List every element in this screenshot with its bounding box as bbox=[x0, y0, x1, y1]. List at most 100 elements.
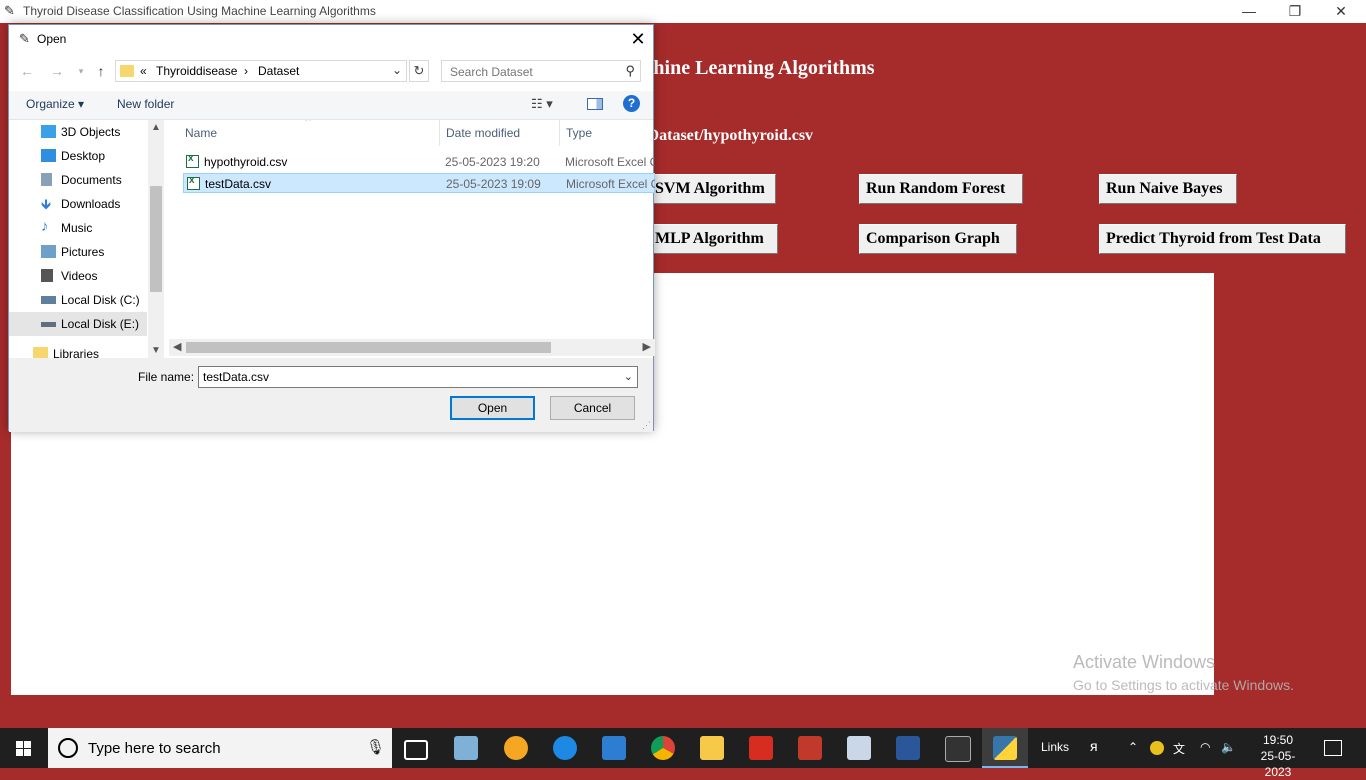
nav-item-local-disk-c[interactable]: Local Disk (C:) bbox=[9, 288, 147, 312]
start-button[interactable] bbox=[0, 728, 48, 768]
acrobat-icon[interactable] bbox=[749, 736, 773, 760]
file-row-hypothyroid[interactable]: hypothyroid.csv 25-05-2023 19:20 Microso… bbox=[183, 152, 655, 172]
file-name-label: File name: bbox=[138, 370, 195, 384]
pictures-icon bbox=[41, 245, 56, 258]
nav-pane-scrollbar[interactable]: ▲ ▼ bbox=[148, 120, 164, 358]
security-tray-icon[interactable] bbox=[1150, 741, 1164, 755]
nav-item-downloads[interactable]: 🡻 Downloads bbox=[9, 192, 147, 216]
svm-algorithm-button[interactable]: SVM Algorithm bbox=[648, 174, 776, 204]
nav-item-videos[interactable]: Videos bbox=[9, 264, 147, 288]
comparison-graph-button[interactable]: Comparison Graph bbox=[859, 224, 1017, 254]
help-icon[interactable]: ? bbox=[623, 95, 640, 112]
minimize-button[interactable]: — bbox=[1226, 0, 1272, 23]
nav-item-local-disk-e[interactable]: Local Disk (E:) bbox=[9, 312, 147, 336]
microphone-icon[interactable]: 🎙 bbox=[366, 738, 385, 756]
file-list-horizontal-scrollbar[interactable]: ◀ ▶ bbox=[169, 339, 655, 356]
scrollbar-thumb[interactable] bbox=[150, 186, 162, 292]
breadcrumb-thyroiddisease[interactable]: Thyroiddisease bbox=[156, 64, 237, 78]
browser-app-icon[interactable] bbox=[504, 736, 528, 760]
input-language-icon[interactable]: ⽂ bbox=[1173, 740, 1185, 757]
scroll-left-icon[interactable]: ◀ bbox=[173, 340, 181, 353]
column-separator[interactable] bbox=[439, 120, 440, 146]
documents-icon bbox=[41, 173, 52, 186]
file-row-testdata[interactable]: testData.csv 25-05-2023 19:09 Microsoft … bbox=[183, 173, 655, 193]
sort-ascending-icon: ^ bbox=[306, 120, 311, 127]
command-prompt-icon[interactable] bbox=[945, 736, 971, 762]
chevron-down-icon[interactable]: ⌄ bbox=[392, 63, 402, 77]
notification-center-icon[interactable] bbox=[1324, 740, 1342, 756]
folder-icon bbox=[33, 347, 48, 358]
store-icon[interactable] bbox=[602, 736, 626, 760]
word-icon[interactable] bbox=[896, 736, 920, 760]
navigation-pane: 3D Objects Desktop Documents 🡻 Downloads… bbox=[9, 120, 162, 358]
nav-item-pictures[interactable]: Pictures bbox=[9, 240, 147, 264]
run-random-forest-button[interactable]: Run Random Forest bbox=[859, 174, 1023, 204]
file-name-input[interactable]: testData.csv ⌄ bbox=[198, 366, 638, 388]
edge-icon[interactable] bbox=[553, 736, 577, 760]
scrollbar-thumb[interactable] bbox=[186, 342, 551, 353]
cancel-button[interactable]: Cancel bbox=[550, 396, 635, 420]
breadcrumb-overflow[interactable]: « bbox=[140, 64, 147, 78]
refresh-icon[interactable]: ↻ bbox=[409, 60, 429, 82]
activate-windows-subtitle: Go to Settings to activate Windows. bbox=[1073, 677, 1294, 693]
predict-thyroid-button[interactable]: Predict Thyroid from Test Data bbox=[1099, 224, 1346, 254]
task-view-icon[interactable] bbox=[404, 740, 428, 760]
scroll-right-icon[interactable]: ▶ bbox=[643, 340, 651, 353]
taskbar-search-box[interactable]: Type here to search 🎙 bbox=[48, 728, 392, 768]
new-folder-button[interactable]: New folder bbox=[117, 97, 174, 111]
taskbar: Type here to search 🎙 Links ᴙ ⌃ ⽂ ◠ 🔈 19… bbox=[0, 728, 1366, 779]
chrome-icon[interactable] bbox=[651, 736, 675, 760]
nav-item-3d-objects[interactable]: 3D Objects bbox=[9, 120, 147, 144]
file-explorer-icon[interactable] bbox=[700, 736, 724, 760]
app-icon[interactable] bbox=[798, 736, 822, 760]
drive-icon bbox=[41, 322, 56, 327]
column-header-date[interactable]: Date modified bbox=[446, 120, 520, 146]
python-idle-icon[interactable] bbox=[847, 736, 871, 760]
notepad-app-icon[interactable] bbox=[454, 736, 478, 760]
run-naive-bayes-button[interactable]: Run Naive Bayes bbox=[1099, 174, 1237, 204]
search-input[interactable] bbox=[448, 63, 622, 81]
taskbar-search-placeholder: Type here to search bbox=[88, 740, 221, 757]
nav-item-documents[interactable]: Documents bbox=[9, 168, 147, 192]
organize-button[interactable]: Organize ▾ bbox=[26, 97, 84, 111]
resize-grip-icon[interactable]: ⋰ bbox=[642, 420, 651, 431]
recent-locations-icon[interactable]: ▾ bbox=[71, 61, 91, 81]
activate-windows-title: Activate Windows bbox=[1073, 652, 1216, 672]
clock[interactable]: 19:50 25-05-2023 bbox=[1248, 732, 1308, 780]
links-toolbar[interactable]: Links bbox=[1041, 740, 1069, 754]
column-header-name[interactable]: Name bbox=[185, 120, 217, 146]
column-separator[interactable] bbox=[559, 120, 560, 146]
search-box[interactable]: ⚲ bbox=[441, 60, 641, 82]
preview-pane-icon[interactable] bbox=[587, 98, 603, 110]
network-icon[interactable]: ◠ bbox=[1200, 740, 1210, 754]
dialog-footer: File name: testData.csv ⌄ Open Cancel ⋰ bbox=[9, 358, 653, 432]
close-button[interactable]: ✕ bbox=[1318, 0, 1364, 23]
back-arrow-icon[interactable]: ← bbox=[17, 61, 37, 81]
forward-arrow-icon[interactable]: → bbox=[47, 61, 67, 81]
restore-button[interactable]: ❐ bbox=[1272, 0, 1318, 23]
chevron-up-icon[interactable]: ⌃ bbox=[1128, 740, 1138, 754]
dialog-close-button[interactable]: ✕ bbox=[623, 25, 653, 53]
people-icon[interactable]: ᴙ bbox=[1090, 738, 1098, 754]
column-header-type[interactable]: Type bbox=[566, 120, 592, 146]
windows-logo-icon bbox=[16, 741, 31, 756]
scroll-down-icon[interactable]: ▼ bbox=[151, 345, 161, 356]
command-bar: Organize ▾ New folder ☷ ▾ ? bbox=[9, 91, 653, 120]
up-arrow-icon[interactable]: ↑ bbox=[91, 61, 111, 81]
mlp-algorithm-button[interactable]: MLP Algorithm bbox=[648, 224, 778, 254]
address-bar[interactable]: « Thyroiddisease › Dataset ⌄ bbox=[115, 60, 407, 82]
chevron-down-icon[interactable]: ⌄ bbox=[624, 370, 633, 383]
nav-item-libraries[interactable]: Libraries bbox=[9, 342, 147, 358]
nav-item-music[interactable]: ♪ Music bbox=[9, 216, 147, 240]
scroll-up-icon[interactable]: ▲ bbox=[151, 122, 161, 133]
feather-icon: ✎ bbox=[4, 3, 15, 18]
nav-item-desktop[interactable]: Desktop bbox=[9, 144, 147, 168]
breadcrumb-dataset[interactable]: Dataset bbox=[258, 64, 299, 78]
volume-icon[interactable]: 🔈 bbox=[1221, 740, 1236, 754]
cube-icon bbox=[41, 125, 56, 138]
search-icon: ⚲ bbox=[625, 63, 635, 78]
clock-date: 25-05-2023 bbox=[1260, 749, 1296, 779]
python-app-taskbar-button[interactable] bbox=[982, 728, 1028, 768]
open-button[interactable]: Open bbox=[450, 396, 535, 420]
change-view-icon[interactable]: ☷ ▾ bbox=[531, 96, 553, 112]
